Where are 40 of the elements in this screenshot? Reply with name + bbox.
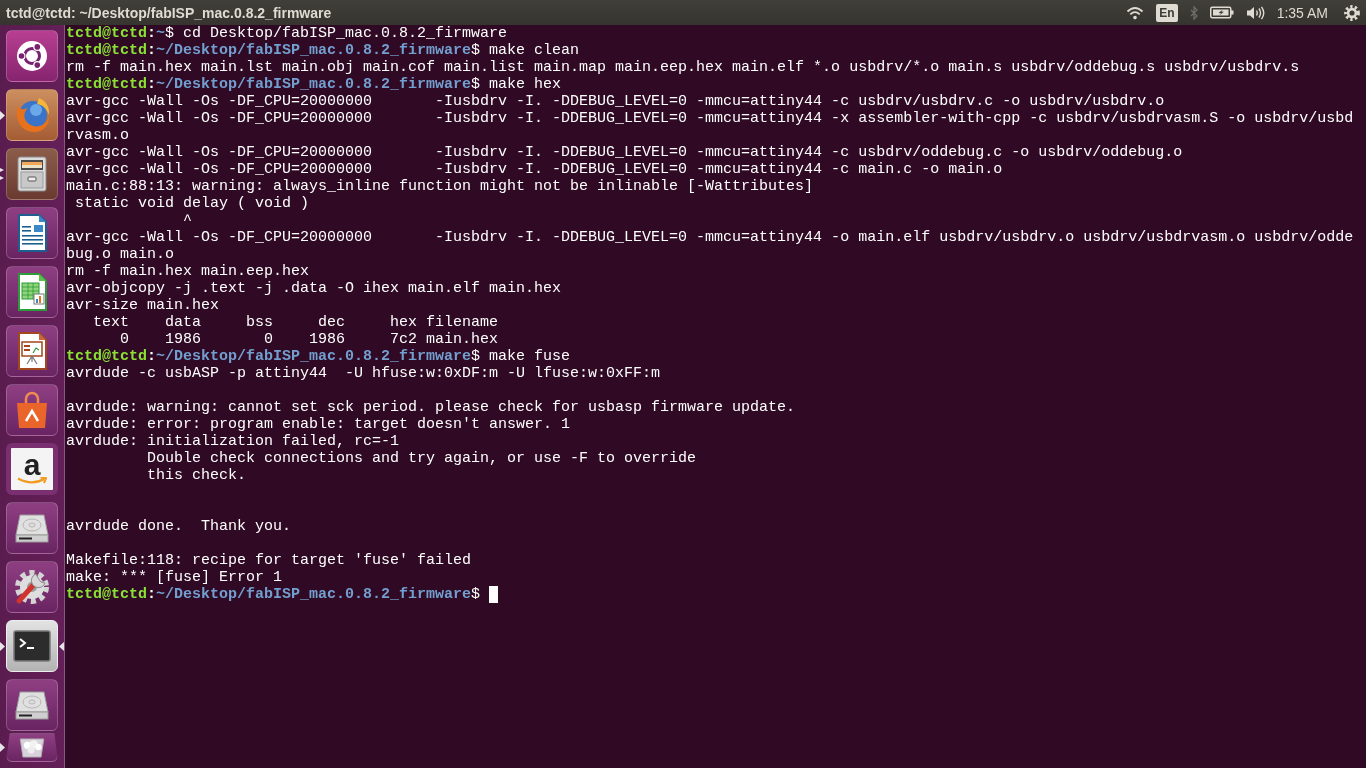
keyboard-layout-indicator[interactable]: En xyxy=(1156,3,1178,22)
output-line: avr-size main.hex xyxy=(66,297,220,314)
app-launcher-button[interactable] xyxy=(6,620,58,672)
prompt-line: tctd@tctd:~/Desktop/fabISP_mac.0.8.2_firmware$ make fuse xyxy=(66,348,571,365)
prompt-line: tctd@tctd:~/Desktop/fabISP_mac.0.8.2_firmware$ xyxy=(66,586,481,603)
wifi-icon[interactable] xyxy=(1126,5,1145,20)
output-line: avrdude: error: program enable: target doesn't answer. 1 xyxy=(66,416,571,433)
prompt-line: tctd@tctd:~/Desktop/fabISP_mac.0.8.2_firmware$ make clean xyxy=(66,42,580,59)
output-line: avr-gcc -Wall -Os -DF_CPU=20000000 -Iusbdrv -I. -DDEBUG_LEVEL=0 -mmcu=attiny44 -c usbdrv/oddebug.c -o usbdrv/oddebug.o xyxy=(66,144,1183,161)
output-line: avrdude: warning: cannot set sck period. please check for usbasp firmware update. xyxy=(66,399,796,416)
output-line: static void delay ( void ) xyxy=(75,195,310,212)
output-line: this check. xyxy=(147,467,247,484)
window-title: tctd@tctd: ~/Desktop/fabISP_mac.0.8.2_firmware xyxy=(6,4,332,21)
output-line: avr-gcc -Wall -Os -DF_CPU=20000000 -Iusbdrv -I. -DDEBUG_LEVEL=0 -mmcu=attiny44 -c usbdrv/usbdrv.c -o usbdrv/usbdrv.o xyxy=(66,93,1165,110)
output-line: avr-gcc -Wall -Os -DF_CPU=20000000 -Iusbdrv -I. -DDEBUG_LEVEL=0 -mmcu=attiny44 -x assembler-with-cpp -c usbdrv/usbdrvasm.S -o usbdrv/usbd xyxy=(66,110,1354,127)
prompt-line: tctd@tctd:~/Desktop/fabISP_mac.0.8.2_firmware$ make hex xyxy=(66,76,562,93)
output-line: rm -f main.hex main.eep.hex xyxy=(66,263,310,280)
volume-icon[interactable] xyxy=(1245,5,1265,20)
output-line: Double check connections and try again, or use -F to override xyxy=(147,450,697,467)
output-line: text data bss dec hex filename xyxy=(93,314,499,331)
output-line: main.c:88:13: warning: always_inline function might not be inlinable [-Wattributes] xyxy=(66,178,814,195)
output-line: avr-gcc -Wall -Os -DF_CPU=20000000 -Iusbdrv -I. -DDEBUG_LEVEL=0 -mmcu=attiny44 -o main.elf usbdrv/usbdrv.o usbdrv/usbdrvasm.o usbdrv/odde xyxy=(66,229,1354,246)
output-line: avrdude done. Thank you. xyxy=(66,518,292,535)
clock[interactable]: 1:35 AM xyxy=(1276,4,1328,21)
output-line: 0 1986 0 1986 7c2 main.hex xyxy=(120,331,499,348)
gear-icon[interactable] xyxy=(1344,4,1360,21)
output-line: avrdude -c usbASP -p attiny44 -U hfuse:w:0xDF:m -U lfuse:w:0xFF:m xyxy=(66,365,661,382)
output-line: avr-objcopy -j .text -j .data -O ihex main.elf main.hex xyxy=(66,280,562,297)
output-line: ^ xyxy=(183,212,193,229)
output-line: rm -f main.hex main.lst main.obj main.cof main.list main.map main.eep.hex main.elf *.o usbdrv/*.o main.s usbdrv/oddebug.s usbdrv/usbdrv.s xyxy=(66,59,1300,76)
prompt-line: tctd@tctd:~$ cd Desktop/fabISP_mac.0.8.2_firmware xyxy=(66,25,508,42)
output-line: avrdude: initialization failed, rc=-1 xyxy=(66,433,400,450)
smile-arrow-icon xyxy=(17,477,47,485)
output-line: avr-gcc -Wall -Os -DF_CPU=20000000 -Iusbdrv -I. -DDEBUG_LEVEL=0 -mmcu=attiny44 -c main.c -o main.o xyxy=(66,161,1003,178)
output-line: make: *** [fuse] Error 1 xyxy=(66,569,283,586)
output-line: bug.o main.o xyxy=(66,246,175,263)
output-line: rvasm.o xyxy=(66,127,129,144)
battery-icon[interactable] xyxy=(1209,6,1234,19)
app-launcher-button[interactable]: a xyxy=(6,443,58,495)
output-line: Makefile:118: recipe for target 'fuse' failed xyxy=(66,552,472,569)
